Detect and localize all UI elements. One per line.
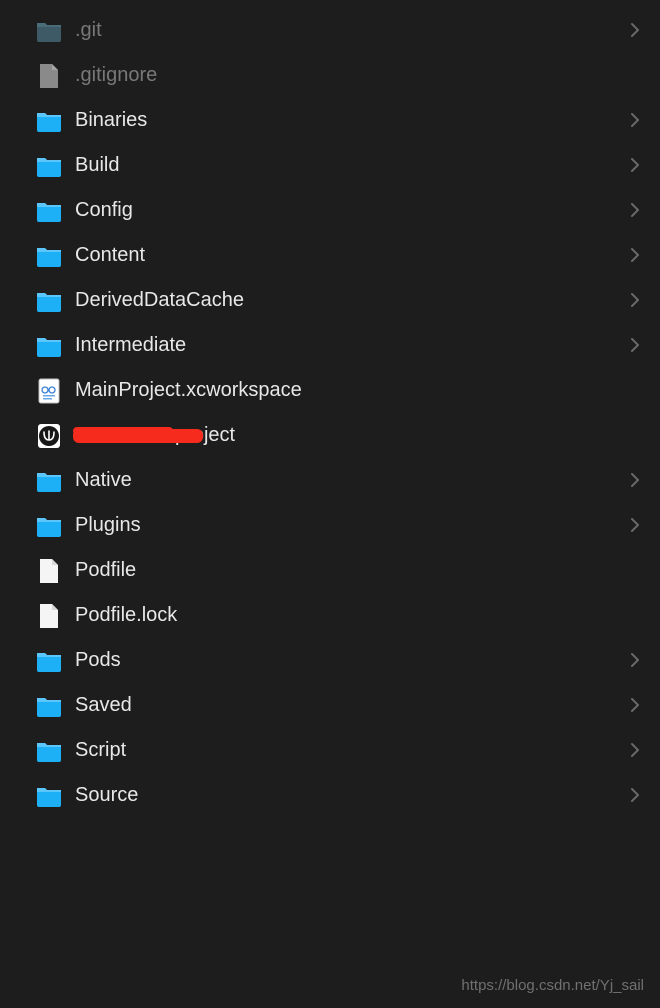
file-name-label: DerivedDataCache: [75, 289, 630, 312]
folder-icon: [35, 332, 63, 360]
chevron-right-icon: [630, 648, 640, 674]
file-row[interactable]: Config: [0, 188, 660, 233]
chevron-right-icon: [630, 243, 640, 269]
file-name-label: Pods: [75, 649, 630, 672]
file-row[interactable]: .git: [0, 8, 660, 53]
file-name-label: Podfile: [75, 559, 640, 582]
file-row[interactable]: Podfile: [0, 548, 660, 593]
chevron-right-icon: [630, 288, 640, 314]
file-name-label: Native: [75, 469, 630, 492]
chevron-right-icon: [630, 18, 640, 44]
chevron-right-icon: [630, 153, 640, 179]
chevron-right-icon: [630, 693, 640, 719]
file-icon: [35, 557, 63, 585]
folder-icon: [35, 287, 63, 315]
file-row[interactable]: Saved: [0, 683, 660, 728]
file-row[interactable]: Source: [0, 773, 660, 818]
file-row[interactable]: Binaries: [0, 98, 660, 143]
folder-icon: [35, 107, 63, 135]
chevron-right-icon: [630, 468, 640, 494]
file-row[interactable]: Podfile.lock: [0, 593, 660, 638]
file-row[interactable]: Native: [0, 458, 660, 503]
file-row[interactable]: Build: [0, 143, 660, 188]
file-row[interactable]: Content: [0, 233, 660, 278]
folder-icon: [35, 782, 63, 810]
folder-icon: [35, 512, 63, 540]
folder-icon: [35, 197, 63, 225]
file-name-label: Intermediate: [75, 334, 630, 357]
file-row[interactable]: DerivedDataCache: [0, 278, 660, 323]
chevron-right-icon: [630, 333, 640, 359]
file-icon: [35, 602, 63, 630]
file-name-label: Plugins: [75, 514, 630, 537]
chevron-right-icon: [630, 738, 640, 764]
file-row[interactable]: Script: [0, 728, 660, 773]
file-row[interactable]: Plugins: [0, 503, 660, 548]
chevron-right-icon: [630, 513, 640, 539]
xcworkspace-icon: [35, 377, 63, 405]
file-row[interactable]: Intermediate: [0, 323, 660, 368]
chevron-right-icon: [630, 108, 640, 134]
folder-icon: [35, 467, 63, 495]
file-name-label: .git: [75, 19, 630, 42]
folder-icon: [35, 737, 63, 765]
file-name-label: Script: [75, 739, 630, 762]
uproject-icon: [35, 422, 63, 450]
file-row[interactable]: MainProject.xcworkspace: [0, 368, 660, 413]
file-name-label: MainProject.xcworkspace: [75, 379, 640, 402]
file-icon: [35, 62, 63, 90]
file-name-label: Podfile.lock: [75, 604, 640, 627]
file-name-label: Binaries: [75, 109, 630, 132]
folder-icon: [35, 242, 63, 270]
file-row[interactable]: .gitignore: [0, 53, 660, 98]
file-row[interactable]: .uproject: [0, 413, 660, 458]
folder-icon: [35, 647, 63, 675]
file-list: .git .gitignore Binaries Build Config Co…: [0, 0, 660, 818]
file-name-label: .gitignore: [75, 64, 640, 87]
file-row[interactable]: Pods: [0, 638, 660, 683]
file-name-label: Content: [75, 244, 630, 267]
file-name-label: Config: [75, 199, 630, 222]
chevron-right-icon: [630, 198, 640, 224]
file-name-label: Source: [75, 784, 630, 807]
folder-icon: [35, 692, 63, 720]
watermark-text: https://blog.csdn.net/Yj_sail: [461, 977, 644, 994]
chevron-right-icon: [630, 783, 640, 809]
file-name-label: Saved: [75, 694, 630, 717]
file-name-label: .uproject: [75, 424, 640, 447]
folder-icon: [35, 152, 63, 180]
file-name-label: Build: [75, 154, 630, 177]
folder-icon: [35, 17, 63, 45]
